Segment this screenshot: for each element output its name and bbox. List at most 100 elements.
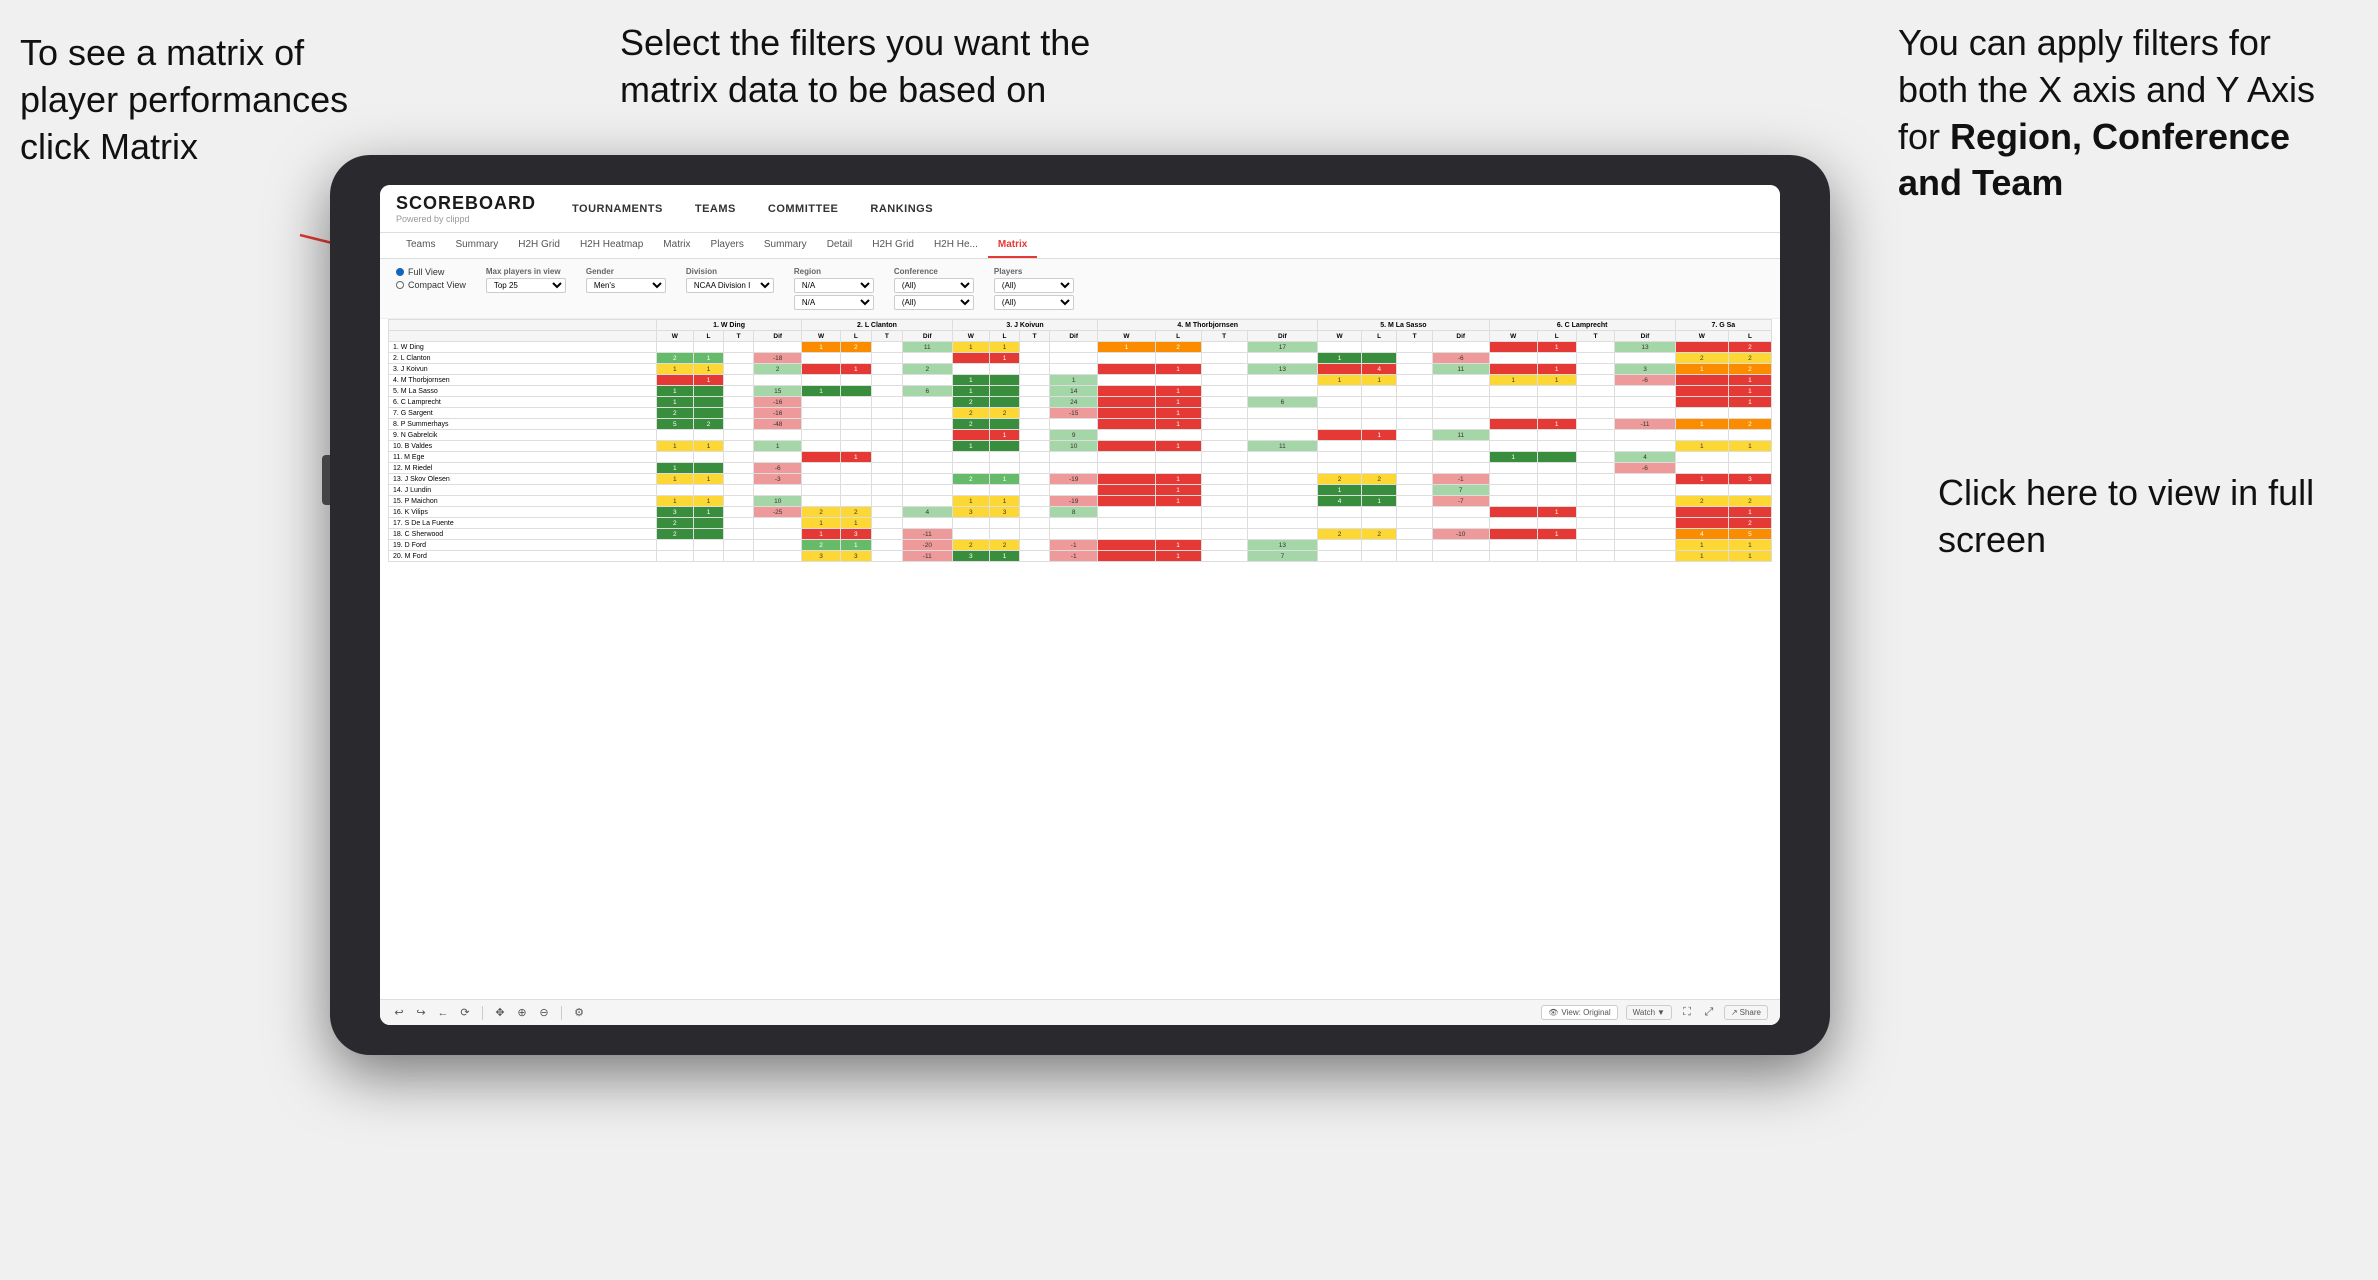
matrix-cell: 2 [694,419,724,430]
matrix-cell: -6 [1615,463,1675,474]
matrix-cell: 1 [989,353,1019,364]
sub-nav-summary2[interactable]: Summary [754,233,817,258]
table-row: 2. L Clanton21-1811-622 [389,353,1772,364]
matrix-cell: 1 [802,518,840,529]
matrix-cell: 1 [1155,485,1201,496]
matrix-cell [871,419,902,430]
matrix-cell: 1 [1155,364,1201,375]
sub-nav-matrix[interactable]: Matrix [653,233,700,258]
matrix-cell: 9 [1050,430,1098,441]
gender-select[interactable]: Men's Women's [586,278,666,293]
sub-nav-summary[interactable]: Summary [445,233,508,258]
sub-nav-detail[interactable]: Detail [817,233,863,258]
table-row: 20. M Ford33-1131-11711 [389,551,1772,562]
matrix-cell [1201,540,1247,551]
matrix-cell [1201,408,1247,419]
redo-icon[interactable]: ↪ [414,1006,428,1020]
matrix-cell [694,408,724,419]
matrix-cell [989,375,1019,386]
matrix-cell: 1 [1675,364,1728,375]
matrix-cell [1098,441,1155,452]
sub-l-3: L [989,331,1019,342]
view-original-button[interactable]: 👁 View: Original [1541,1005,1617,1020]
matrix-cell [902,474,952,485]
screen-icon[interactable]: ⛶ [1680,1006,1694,1020]
matrix-cell [1098,463,1155,474]
zoom-out-icon[interactable]: ⊖ [537,1006,551,1020]
settings-icon[interactable]: ⚙ [572,1006,586,1020]
zoom-in-icon[interactable]: ⊕ [515,1006,529,1020]
undo-icon[interactable]: ↩ [392,1006,406,1020]
sub-dif-5: Dif [1432,331,1489,342]
matrix-cell [1201,364,1247,375]
matrix-cell [1201,485,1247,496]
matrix-cell [1247,452,1317,463]
matrix-cell: 8 [1050,507,1098,518]
matrix-cell [1201,507,1247,518]
matrix-cell: 1 [1728,375,1771,386]
refresh-icon[interactable]: ⟳ [458,1006,472,1020]
matrix-cell [1361,397,1396,408]
tablet-side-button [322,455,330,505]
matrix-cell [871,551,902,562]
matrix-cell [1576,397,1615,408]
matrix-cell [1615,507,1675,518]
fullscreen-icon[interactable]: ⤢ [1702,1006,1716,1020]
players-select-1[interactable]: (All) [994,278,1074,293]
matrix-cell: 2 [989,540,1019,551]
matrix-cell [1098,518,1155,529]
matrix-cell: 2 [952,408,989,419]
conference-select-1[interactable]: (All) [894,278,974,293]
sub-nav-h2h-grid2[interactable]: H2H Grid [862,233,924,258]
matrix-cell [1318,386,1362,397]
matrix-cell [1201,353,1247,364]
nav-committee[interactable]: COMMITTEE [762,199,845,219]
sub-nav-h2h-heatmap[interactable]: H2H Heatmap [570,233,653,258]
matrix-cell [989,364,1019,375]
table-row: 14. J Lundin117 [389,485,1772,496]
matrix-cell [1247,529,1317,540]
matrix-cell [871,441,902,452]
matrix-cell: 1 [989,342,1019,353]
division-select[interactable]: NCAA Division I NCAA Division II [686,278,774,293]
matrix-cell [1576,353,1615,364]
matrix-cell: 13 [1615,342,1675,353]
matrix-cell: 1 [840,518,871,529]
matrix-cell: 1 [1728,386,1771,397]
matrix-cell [754,342,802,353]
sub-nav-matrix-active[interactable]: Matrix [988,233,1037,258]
watch-button[interactable]: Watch ▼ [1626,1005,1672,1020]
conference-select-2[interactable]: (All) [894,295,974,310]
players-select-2[interactable]: (All) [994,295,1074,310]
matrix-cell [1361,485,1396,496]
matrix-cell [1318,540,1362,551]
player-name: 5. M La Sasso [389,386,657,397]
matrix-cell [1537,386,1576,397]
matrix-cell: 1 [1728,397,1771,408]
back-icon[interactable]: ← [436,1006,450,1020]
matrix-cell: 2 [1318,529,1362,540]
full-view-option[interactable]: Full View [396,267,466,277]
nav-teams[interactable]: TEAMS [689,199,742,219]
move-icon[interactable]: ✥ [493,1006,507,1020]
max-players-select[interactable]: Top 25 Top 10 Top 50 [486,278,566,293]
sub-nav-h2h-he[interactable]: H2H He... [924,233,988,258]
sub-nav-teams[interactable]: Teams [396,233,445,258]
matrix-cell [1098,375,1155,386]
region-select-2[interactable]: N/A [794,295,874,310]
matrix-cell [1576,496,1615,507]
compact-view-option[interactable]: Compact View [396,280,466,290]
nav-rankings[interactable]: RANKINGS [864,199,939,219]
player-name: 2. L Clanton [389,353,657,364]
matrix-cell [1397,375,1432,386]
sub-nav-h2h-grid[interactable]: H2H Grid [508,233,570,258]
filter-players: Players (All) (All) [994,267,1074,310]
share-button[interactable]: ↗ Share [1724,1005,1768,1020]
matrix-cell [1489,397,1537,408]
matrix-cell [1247,507,1317,518]
sub-nav-players[interactable]: Players [701,233,754,258]
nav-tournaments[interactable]: TOURNAMENTS [566,199,669,219]
matrix-cell [724,485,754,496]
matrix-cell [1615,408,1675,419]
region-select-1[interactable]: N/A [794,278,874,293]
